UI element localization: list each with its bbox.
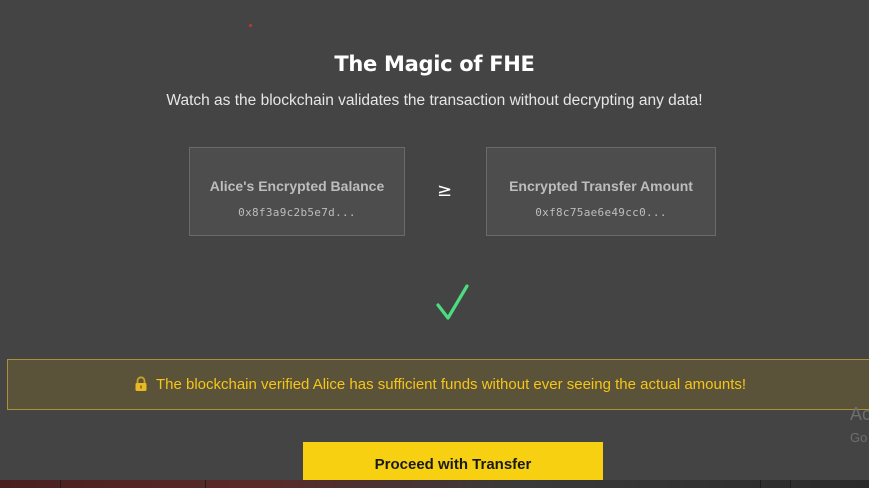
cursor-dot bbox=[249, 24, 252, 27]
page-subtitle: Watch as the blockchain validates the tr… bbox=[166, 92, 703, 109]
verification-message: The blockchain verified Alice has suffic… bbox=[155, 376, 747, 393]
encrypted-transfer-label: Encrypted Transfer Amount bbox=[509, 178, 693, 194]
activation-watermark-title: Ac bbox=[850, 404, 869, 424]
lock-icon bbox=[135, 375, 147, 391]
verification-banner: The blockchain verified Alice has suffic… bbox=[7, 359, 869, 410]
encrypted-balance-card: Alice's Encrypted Balance 0x8f3a9c2b5e7d… bbox=[189, 147, 405, 236]
fhe-demo-page: The Magic of FHE Watch as the blockchain… bbox=[0, 0, 869, 488]
activation-watermark-subtitle: Go bbox=[850, 430, 868, 445]
greater-or-equal-symbol: ≥ bbox=[437, 180, 453, 201]
encrypted-balance-value: 0x8f3a9c2b5e7d... bbox=[238, 206, 356, 219]
encrypted-transfer-card: Encrypted Transfer Amount 0xf8c75ae6e49c… bbox=[486, 147, 716, 236]
encrypted-transfer-value: 0xf8c75ae6e49cc0... bbox=[535, 206, 667, 219]
page-title: The Magic of FHE bbox=[334, 52, 535, 76]
taskbar-strip bbox=[0, 480, 869, 488]
check-icon bbox=[436, 284, 469, 320]
encrypted-balance-label: Alice's Encrypted Balance bbox=[209, 178, 385, 194]
